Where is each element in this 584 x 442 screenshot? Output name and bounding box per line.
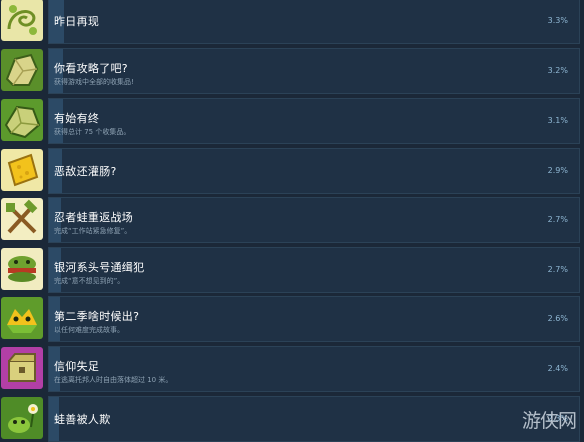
frog-and-flower-icon — [1, 397, 43, 439]
achievement-title: 银河系头号通缉犯 — [54, 261, 145, 274]
achievement-row: 恶敌还灌肠? 2.9% — [0, 148, 584, 194]
gold-shard-icon — [1, 49, 43, 91]
achievement-title: 昨日再现 — [54, 15, 100, 28]
achievement-title: 蛙善被人欺 — [54, 413, 111, 426]
achievement-title: 恶敌还灌肠? — [54, 165, 117, 178]
frog-face-icon — [1, 297, 43, 339]
treasure-chest-icon — [1, 347, 43, 389]
achievement-percent: 3.1% — [547, 116, 568, 125]
progress-bar: 第二季啥时候出? 以任何难度完成故事。 2.6% — [48, 296, 580, 342]
achievement-description: 完成“工作站紧急修复”。 — [54, 227, 132, 235]
achievement-description: 获得游戏中全部的收集品! — [54, 78, 134, 86]
achievement-title: 你看攻略了吧? — [54, 62, 128, 75]
achievement-description: 完成“意不想见到的”。 — [54, 277, 125, 285]
achievement-row: 忍者蛙重返战场 完成“工作站紧急修复”。 2.7% — [0, 197, 584, 243]
progress-bar: 忍者蛙重返战场 完成“工作站紧急修复”。 2.7% — [48, 197, 580, 243]
achievement-percent: 2.7% — [547, 265, 568, 274]
achievement-row: 昨日再现 3.3% — [0, 0, 584, 44]
achievement-title: 忍者蛙重返战场 — [54, 211, 134, 224]
cheese-chip-icon — [1, 149, 43, 191]
achievement-description: 获得总计 75 个收集品。 — [54, 128, 131, 136]
achievement-row: 信仰失足 在逃离托邦人时自由落体超过 10 米。 2.4% — [0, 346, 584, 392]
achievement-title: 第二季啥时候出? — [54, 310, 140, 323]
achievement-row: 银河系头号通缉犯 完成“意不想见到的”。 2.7% — [0, 247, 584, 293]
achievement-percent: 2.6% — [547, 314, 568, 323]
achievement-title: 信仰失足 — [54, 360, 100, 373]
achievement-percent: 3.2% — [547, 66, 568, 75]
achievement-description: 以任何难度完成故事。 — [54, 326, 124, 334]
progress-bar: 你看攻略了吧? 获得游戏中全部的收集品! 3.2% — [48, 48, 580, 94]
achievement-title: 有始有终 — [54, 112, 100, 125]
achievement-row: 蛙善被人欺 2.3% — [0, 396, 584, 442]
achievement-percent: 2.9% — [547, 166, 568, 175]
progress-bar: 信仰失足 在逃离托邦人时自由落体超过 10 米。 2.4% — [48, 346, 580, 392]
achievement-row: 有始有终 获得总计 75 个收集品。 3.1% — [0, 98, 584, 144]
crossed-tools-icon — [1, 198, 43, 240]
progress-bar: 银河系头号通缉犯 完成“意不想见到的”。 2.7% — [48, 247, 580, 293]
green-shard-icon — [1, 99, 43, 141]
progress-bar: 蛙善被人欺 2.3% — [48, 396, 580, 442]
achievement-row: 你看攻略了吧? 获得游戏中全部的收集品! 3.2% — [0, 48, 584, 94]
frog-burger-icon — [1, 248, 43, 290]
achievement-percent: 2.4% — [547, 364, 568, 373]
achievement-row: 第二季啥时候出? 以任何难度完成故事。 2.6% — [0, 296, 584, 342]
achievement-percent: 2.7% — [547, 215, 568, 224]
swirl-leaves-icon — [1, 0, 43, 41]
watermark-logo: 游侠网 — [521, 410, 577, 432]
progress-bar: 昨日再现 3.3% — [48, 0, 580, 44]
achievement-percent: 3.3% — [547, 16, 568, 25]
progress-bar: 有始有终 获得总计 75 个收集品。 3.1% — [48, 98, 580, 144]
achievement-description: 在逃离托邦人时自由落体超过 10 米。 — [54, 376, 173, 384]
progress-bar: 恶敌还灌肠? 2.9% — [48, 148, 580, 194]
